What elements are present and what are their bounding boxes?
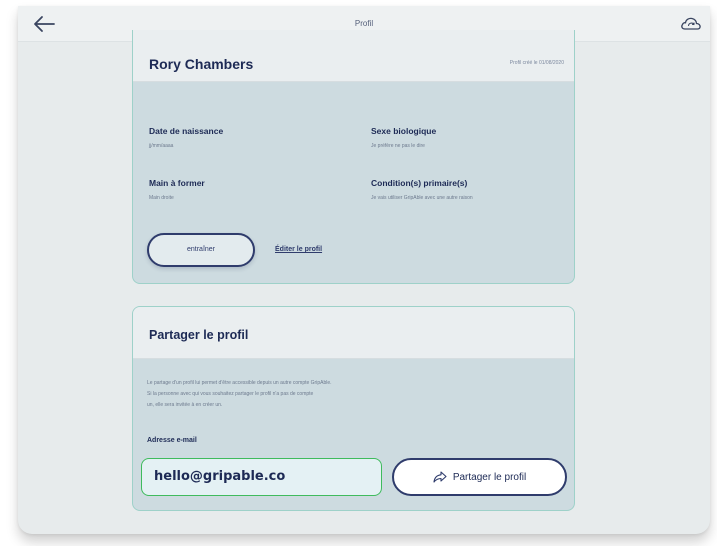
share-card-header: Partager le profil bbox=[133, 307, 574, 359]
share-description: Le partage d'un profil lui permet d'être… bbox=[147, 378, 467, 411]
field-value-birthdate: jj/mm/aaaa bbox=[149, 143, 174, 149]
train-button[interactable]: entraîner bbox=[147, 233, 255, 267]
field-label-birthdate: Date de naissance bbox=[149, 126, 224, 136]
cloud-sync-icon[interactable] bbox=[680, 15, 702, 33]
profile-card: Rory Chambers Profil créé le 01/08/2020 … bbox=[132, 30, 575, 284]
email-label: Adresse e-mail bbox=[147, 437, 197, 444]
share-description-line: Si la personne avec qui vous souhaitez p… bbox=[147, 391, 314, 397]
share-description-line: un, elle sera invitée à en créer un. bbox=[147, 402, 223, 408]
field-label-condition: Condition(s) primaire(s) bbox=[371, 178, 468, 188]
page-title: Profil bbox=[354, 19, 374, 28]
field-value-sex: Je préfère ne pas le dire bbox=[371, 143, 425, 149]
field-label-hand: Main à former bbox=[149, 178, 205, 188]
email-field[interactable]: hello@gripable.co bbox=[141, 458, 382, 496]
user-name: Rory Chambers bbox=[149, 56, 254, 72]
share-title: Partager le profil bbox=[149, 328, 249, 342]
profile-created-date: Profil créé le 01/08/2020 bbox=[509, 60, 564, 66]
share-description-line: Le partage d'un profil lui permet d'être… bbox=[147, 380, 332, 386]
field-value-condition: Je vais utiliser GripAble avec une autre… bbox=[371, 195, 473, 201]
share-arrow-icon bbox=[433, 471, 447, 483]
profile-card-header: Rory Chambers Profil créé le 01/08/2020 bbox=[133, 30, 574, 82]
edit-profile-link[interactable]: Éditer le profil bbox=[275, 246, 322, 253]
share-button-label: Partager le profil bbox=[452, 471, 527, 483]
field-value-hand: Main droite bbox=[149, 195, 174, 201]
field-label-sex: Sexe biologique bbox=[371, 126, 437, 136]
share-profile-button[interactable]: Partager le profil bbox=[392, 458, 567, 496]
